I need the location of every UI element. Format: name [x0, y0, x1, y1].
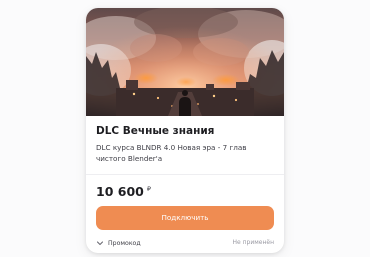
- promo-status: Не применён: [232, 239, 275, 246]
- connect-button[interactable]: Подключить: [96, 206, 274, 230]
- price: 10 600 ₽: [96, 184, 151, 200]
- divider: [86, 174, 284, 175]
- promo-code-label: Промокод: [108, 239, 141, 247]
- promo-code-toggle[interactable]: Промокод: [96, 237, 141, 249]
- chevron-down-icon: [96, 241, 104, 246]
- product-description: DLC курса BLNDR 4.0 Новая эра - 7 глав ч…: [96, 143, 247, 163]
- currency-symbol: ₽: [146, 185, 151, 193]
- product-title: DLC Вечные знания: [96, 125, 215, 137]
- price-value: 10 600: [96, 184, 144, 199]
- product-cover-image: [86, 8, 284, 116]
- product-card: DLC Вечные знания DLC курса BLNDR 4.0 Но…: [86, 8, 284, 253]
